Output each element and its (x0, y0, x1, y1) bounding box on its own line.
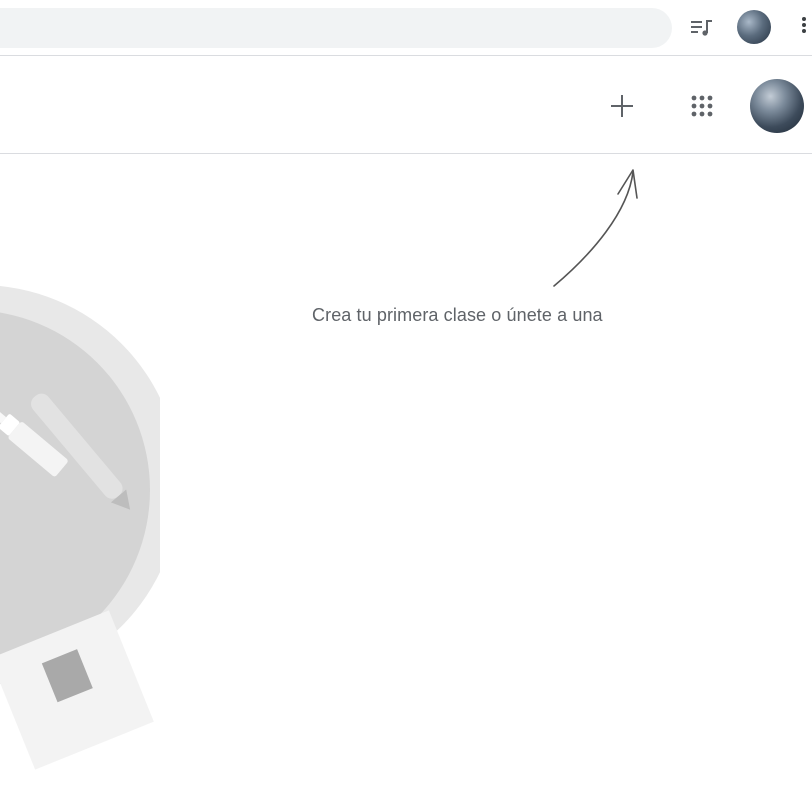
media-control-icon[interactable] (690, 17, 714, 39)
account-avatar[interactable] (750, 79, 804, 133)
browser-toolbar (0, 0, 812, 56)
address-bar[interactable] (0, 8, 672, 48)
classroom-page: Crea tu primera clase o únete a una (0, 0, 812, 801)
arrow-icon (553, 169, 638, 287)
empty-state-hint: Crea tu primera clase o únete a una (312, 305, 603, 325)
desk-illustration (0, 286, 160, 770)
apps-grid-icon[interactable] (686, 90, 718, 122)
app-header (0, 56, 812, 154)
profile-avatar[interactable] (737, 10, 771, 44)
more-vert-icon[interactable] (799, 15, 809, 39)
plus-icon[interactable] (602, 86, 642, 126)
